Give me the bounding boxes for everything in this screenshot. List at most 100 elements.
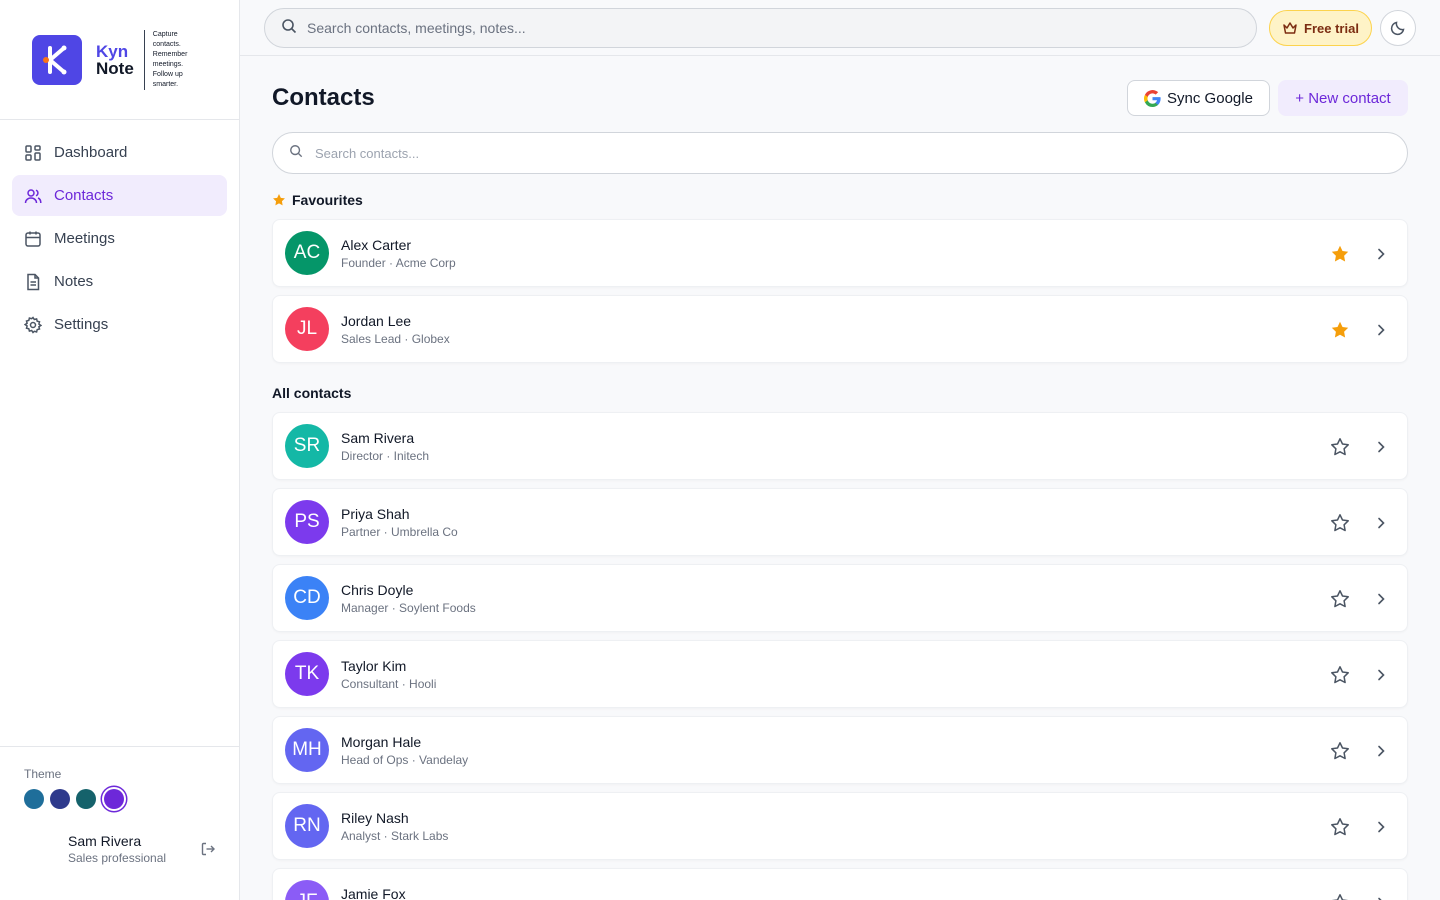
avatar: JF [285,880,329,900]
star-filled-icon [273,194,285,206]
sidebar-item-label: Contacts [54,187,114,204]
users-icon [24,187,42,205]
sidebar-item-label: Meetings [54,230,115,247]
theme-swatches [24,789,215,809]
contact-name: Priya Shah [341,506,410,522]
chevron-right-icon [1378,669,1385,681]
contact-name: Riley Nash [341,810,409,826]
gear-icon [24,315,42,334]
global-search[interactable] [264,8,1257,48]
chevron-right-icon [1378,593,1385,605]
contact-subtitle: Director · Initech [341,449,430,463]
chevron-right-icon [1378,821,1385,833]
avatar: JL [285,307,329,351]
sidebar-item-meetings[interactable]: Meetings [12,218,227,259]
avatar: TK [285,652,329,696]
contact-subtitle: Partner · Umbrella Co [341,525,458,539]
brand-tagline: Capture contacts. Remember meetings. Fol… [143,29,206,90]
sidebar: Kyn Note Capture contacts. Remember meet… [0,0,240,900]
favourites-heading: Favourites [272,192,363,208]
sidebar-item-contacts[interactable]: Contacts [12,175,227,216]
contact-name: Jamie Fox [341,886,406,900]
sidebar-footer: Theme Sam Rivera Sales professional [0,746,239,900]
contact-name: Sam Rivera [341,430,415,446]
search-icon [281,18,297,39]
chevron-right-icon [1378,517,1385,529]
document-icon [24,273,42,291]
all-contacts-heading: All contacts [272,385,352,401]
contact-card[interactable]: AC Alex Carter Founder · Acme Corp [272,219,1408,287]
moon-icon [1390,21,1405,36]
sidebar-item-settings[interactable]: Settings [12,304,227,345]
avatar: CD [285,576,329,620]
theme-label: Theme [24,767,62,781]
contact-card[interactable]: TK Taylor Kim Consultant · Hooli [272,640,1408,708]
theme-swatch[interactable] [76,789,96,809]
avatar: PS [285,500,329,544]
free-trial-button[interactable]: Free trial [1269,10,1372,46]
global-search-input[interactable] [307,20,1207,36]
star-outline-icon[interactable] [1330,893,1350,900]
contact-card[interactable]: PS Priya Shah Partner · Umbrella Co [272,488,1408,556]
calendar-icon [24,230,42,248]
sidebar-item-notes[interactable]: Notes [12,261,227,302]
user-name: Sam Rivera [68,833,142,849]
star-outline-icon[interactable] [1330,437,1350,457]
dark-mode-toggle[interactable] [1380,10,1416,46]
new-contact-button[interactable]: + New contact [1278,80,1408,116]
sidebar-item-dashboard[interactable]: Dashboard [12,132,227,173]
contact-card[interactable]: JL Jordan Lee Sales Lead · Globex [272,295,1408,363]
contact-name: Alex Carter [341,237,412,253]
logout-icon[interactable] [200,841,216,857]
sidebar-item-label: Dashboard [54,144,128,161]
sidebar-nav: Dashboard Contacts Meetings Notes Settin… [0,120,239,359]
contact-search[interactable] [272,132,1408,174]
avatar: MH [285,728,329,772]
sidebar-item-label: Settings [54,316,109,333]
contact-subtitle: Consultant · Hooli [341,677,437,691]
chevron-right-icon [1378,248,1385,260]
star-filled-icon[interactable] [1330,320,1350,340]
user-role: Sales professional [68,851,167,865]
contact-name: Chris Doyle [341,582,414,598]
contact-card[interactable]: RN Riley Nash Analyst · Stark Labs [272,792,1408,860]
contact-name: Jordan Lee [341,313,412,329]
contact-subtitle: Founder · Acme Corp [341,256,456,270]
chevron-right-icon [1378,441,1385,453]
dashboard-icon [24,144,42,162]
theme-swatch[interactable] [24,789,44,809]
star-outline-icon[interactable] [1330,741,1350,761]
sidebar-item-label: Notes [54,273,94,290]
contact-subtitle: Manager · Soylent Foods [341,601,476,615]
contact-card[interactable]: MH Morgan Hale Head of Ops · Vandelay [272,716,1408,784]
chevron-right-icon [1378,324,1385,336]
star-outline-icon[interactable] [1330,589,1350,609]
star-outline-icon[interactable] [1330,817,1350,837]
contact-subtitle: Analyst · Stark Labs [341,829,449,843]
contact-card[interactable]: SR Sam Rivera Director · Initech [272,412,1408,480]
free-trial-label: Free trial [1304,20,1359,36]
contact-search-input[interactable] [315,145,1365,161]
contact-card[interactable]: CD Chris Doyle Manager · Soylent Foods [272,564,1408,632]
theme-swatch-selected[interactable] [104,789,124,809]
contact-card[interactable]: JF Jamie Fox [272,868,1408,900]
logo-icon [32,34,82,85]
star-outline-icon[interactable] [1330,665,1350,685]
chevron-right-icon [1378,897,1382,900]
contact-subtitle: Sales Lead · Globex [341,332,450,346]
user-profile[interactable]: Sam Rivera Sales professional [68,833,215,865]
google-icon [1144,89,1161,107]
avatar: AC [285,231,329,275]
crown-icon [1283,22,1297,34]
sync-google-button[interactable]: Sync Google [1127,80,1270,116]
search-icon [289,144,303,163]
theme-swatch[interactable] [50,789,70,809]
sync-google-label: Sync Google [1167,89,1253,107]
star-filled-icon[interactable] [1330,244,1350,264]
top-bar: Free trial [240,0,1440,56]
chevron-right-icon [1378,745,1385,757]
page-title: Contacts [272,84,375,111]
star-outline-icon[interactable] [1330,513,1350,533]
brand[interactable]: Kyn Note Capture contacts. Remember meet… [0,0,239,120]
avatar: SR [285,424,329,468]
